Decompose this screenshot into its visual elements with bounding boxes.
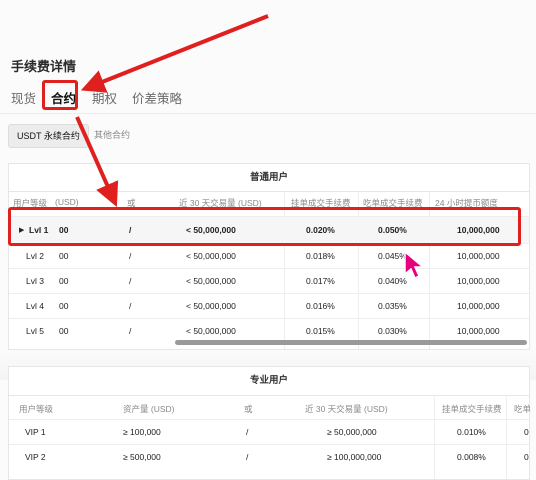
pointer-cursor-icon xyxy=(404,250,425,280)
arrow-to-row xyxy=(75,116,119,207)
annotation-arrows xyxy=(75,14,269,207)
arrow-to-tab xyxy=(80,14,269,93)
